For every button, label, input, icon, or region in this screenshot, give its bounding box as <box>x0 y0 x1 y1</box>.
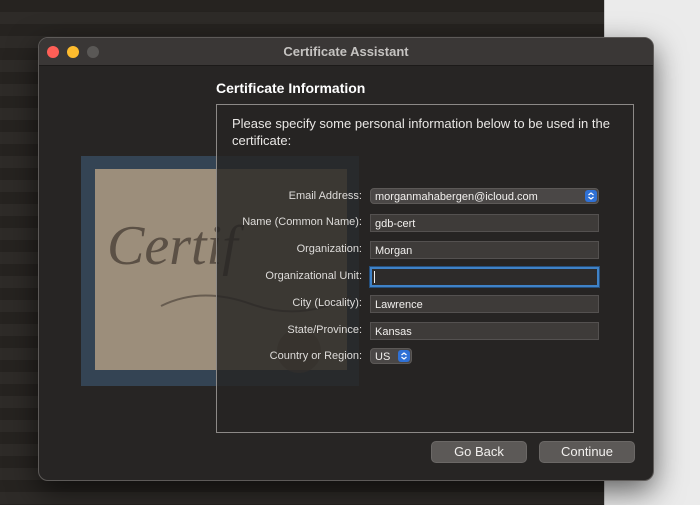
form-panel: Please specify some personal information… <box>216 104 634 433</box>
chevron-updown-icon <box>585 190 597 202</box>
email-row: Email Address: morganmahabergen@icloud.c… <box>217 188 633 208</box>
text-cursor <box>374 271 375 283</box>
country-row: Country or Region: US <box>217 348 633 368</box>
city-field[interactable]: Lawrence <box>370 295 599 313</box>
org-unit-row: Organizational Unit: <box>217 267 633 288</box>
org-unit-label: Organizational Unit: <box>265 270 362 282</box>
country-label: Country or Region: <box>269 350 362 362</box>
country-popup[interactable]: US <box>370 348 412 364</box>
email-value: morganmahabergen@icloud.com <box>375 191 538 203</box>
common-name-field[interactable]: gdb-cert <box>370 214 599 232</box>
window-title: Certificate Assistant <box>283 44 409 59</box>
city-label: City (Locality): <box>292 297 362 309</box>
title-bar[interactable]: Certificate Assistant <box>39 38 653 66</box>
chevron-updown-icon <box>398 350 410 362</box>
continue-button[interactable]: Continue <box>539 441 635 463</box>
common-name-label: Name (Common Name): <box>242 216 362 228</box>
common-name-row: Name (Common Name): gdb-cert <box>217 214 633 234</box>
state-label: State/Province: <box>287 324 362 336</box>
section-heading: Certificate Information <box>216 80 366 96</box>
go-back-button[interactable]: Go Back <box>431 441 527 463</box>
instructions-text: Please specify some personal information… <box>232 116 610 148</box>
org-unit-field[interactable] <box>370 267 599 287</box>
organization-field[interactable]: Morgan <box>370 241 599 259</box>
organization-row: Organization: Morgan <box>217 241 633 261</box>
city-row: City (Locality): Lawrence <box>217 295 633 315</box>
email-label: Email Address: <box>288 190 362 202</box>
state-row: State/Province: Kansas <box>217 322 633 342</box>
email-popup[interactable]: morganmahabergen@icloud.com <box>370 188 599 204</box>
state-field[interactable]: Kansas <box>370 322 599 340</box>
certificate-assistant-window: Certificate Assistant Certif Certificate… <box>38 37 654 481</box>
country-value: US <box>375 351 391 363</box>
organization-label: Organization: <box>296 243 362 255</box>
